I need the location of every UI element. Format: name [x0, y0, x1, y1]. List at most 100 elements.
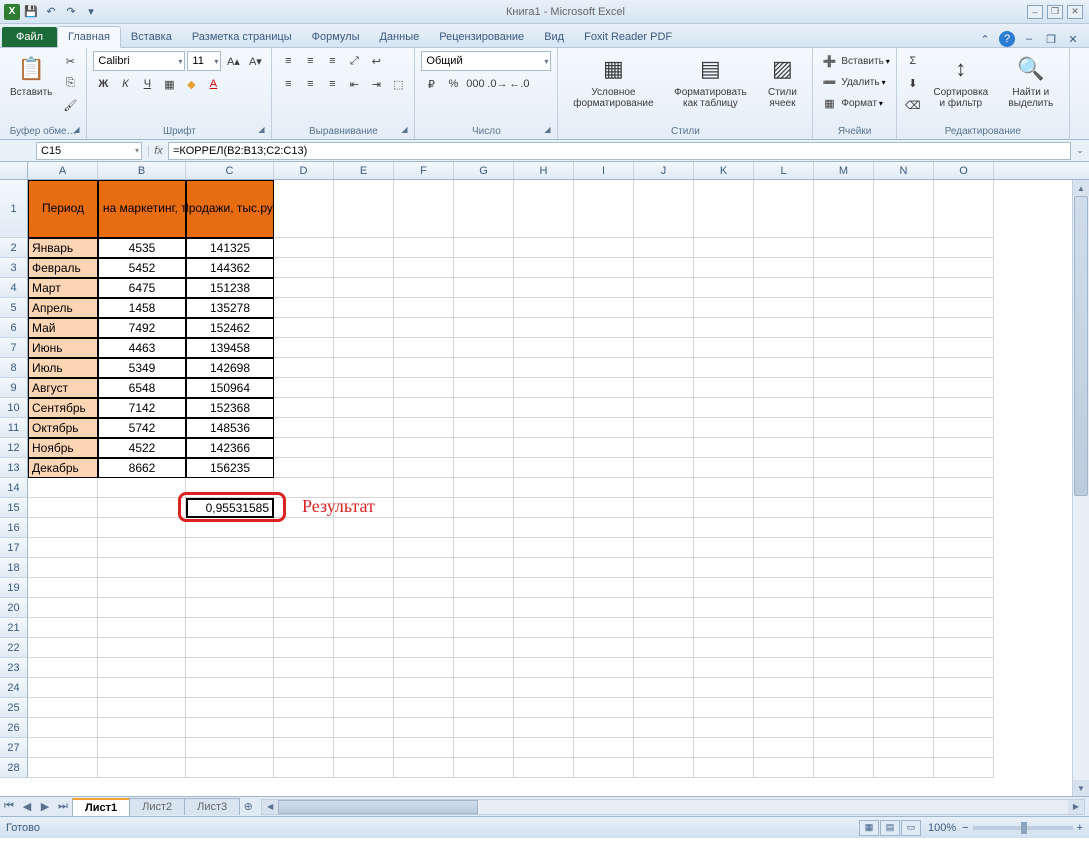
cell[interactable]: [98, 598, 186, 618]
formula-input[interactable]: =КОРРЕЛ(B2:B13;C2:C13): [168, 142, 1071, 160]
cell[interactable]: [814, 578, 874, 598]
cell[interactable]: [754, 338, 814, 358]
cell[interactable]: [634, 758, 694, 778]
cell[interactable]: [814, 618, 874, 638]
cell[interactable]: [874, 698, 934, 718]
cell[interactable]: [634, 258, 694, 278]
cell[interactable]: [454, 738, 514, 758]
minimize-ribbon-button[interactable]: ⌃: [977, 31, 993, 47]
cell[interactable]: [814, 698, 874, 718]
cell-month[interactable]: Октябрь: [28, 418, 98, 438]
cell[interactable]: [274, 438, 334, 458]
cell[interactable]: [934, 558, 994, 578]
cell[interactable]: [634, 278, 694, 298]
cell[interactable]: [754, 678, 814, 698]
cell[interactable]: [574, 458, 634, 478]
cell[interactable]: [634, 498, 694, 518]
cell[interactable]: [934, 278, 994, 298]
cell[interactable]: [874, 658, 934, 678]
cell[interactable]: [574, 658, 634, 678]
cell-cost[interactable]: 8662: [98, 458, 186, 478]
row-head-10[interactable]: 10: [0, 398, 28, 418]
row-head-7[interactable]: 7: [0, 338, 28, 358]
cell[interactable]: [394, 318, 454, 338]
qat-redo-button[interactable]: ↷: [62, 3, 80, 21]
cell[interactable]: [28, 658, 98, 678]
cell[interactable]: [934, 318, 994, 338]
cell[interactable]: [934, 180, 994, 238]
cell[interactable]: [514, 538, 574, 558]
cell[interactable]: [874, 278, 934, 298]
cell[interactable]: [814, 298, 874, 318]
row-head-3[interactable]: 3: [0, 258, 28, 278]
align-top-button[interactable]: ≡: [278, 51, 298, 71]
cell[interactable]: [574, 418, 634, 438]
cell-sales[interactable]: 152462: [186, 318, 274, 338]
cell-cost[interactable]: 5742: [98, 418, 186, 438]
row-head-28[interactable]: 28: [0, 758, 28, 778]
scroll-up-button[interactable]: ▲: [1073, 180, 1089, 196]
cell[interactable]: [394, 578, 454, 598]
cell-sales[interactable]: 156235: [186, 458, 274, 478]
cell[interactable]: [454, 598, 514, 618]
cell[interactable]: [454, 458, 514, 478]
cell[interactable]: [514, 438, 574, 458]
cell[interactable]: [274, 758, 334, 778]
cell[interactable]: [514, 278, 574, 298]
cell[interactable]: [334, 458, 394, 478]
cell-month[interactable]: Февраль: [28, 258, 98, 278]
cell[interactable]: [694, 618, 754, 638]
cell[interactable]: [454, 538, 514, 558]
cell[interactable]: [334, 258, 394, 278]
cell[interactable]: [514, 518, 574, 538]
cell[interactable]: [634, 618, 694, 638]
autosum-button[interactable]: Σ: [903, 51, 923, 71]
fill-color-button[interactable]: ◆: [181, 74, 201, 94]
cell[interactable]: [394, 498, 454, 518]
cell[interactable]: [634, 298, 694, 318]
cell-sales[interactable]: 152368: [186, 398, 274, 418]
cell[interactable]: [754, 398, 814, 418]
cell[interactable]: [274, 378, 334, 398]
cell[interactable]: [754, 618, 814, 638]
cell[interactable]: [394, 638, 454, 658]
cell[interactable]: [934, 658, 994, 678]
cell[interactable]: [454, 180, 514, 238]
cell[interactable]: [274, 418, 334, 438]
cell[interactable]: [574, 558, 634, 578]
cell[interactable]: [934, 478, 994, 498]
cell[interactable]: [454, 698, 514, 718]
cell[interactable]: [394, 698, 454, 718]
cell-month[interactable]: Июнь: [28, 338, 98, 358]
cell-sales[interactable]: 135278: [186, 298, 274, 318]
cell[interactable]: [274, 698, 334, 718]
align-middle-button[interactable]: ≡: [300, 51, 320, 71]
tab-insert[interactable]: Вставка: [121, 27, 182, 47]
cell-sales[interactable]: 151238: [186, 278, 274, 298]
cell[interactable]: [694, 518, 754, 538]
cell[interactable]: [186, 718, 274, 738]
cell[interactable]: [754, 458, 814, 478]
cell[interactable]: [186, 618, 274, 638]
cell-cost[interactable]: 1458: [98, 298, 186, 318]
cell[interactable]: [574, 378, 634, 398]
font-name-combo[interactable]: Calibri: [93, 51, 185, 71]
cell[interactable]: [514, 238, 574, 258]
cell[interactable]: [454, 318, 514, 338]
cell[interactable]: [934, 378, 994, 398]
qat-save-button[interactable]: 💾: [22, 3, 40, 21]
decrease-indent-button[interactable]: ⇤: [344, 74, 364, 94]
col-head-O[interactable]: O: [934, 162, 994, 179]
window-min2-button[interactable]: –: [1021, 31, 1037, 47]
cell[interactable]: [574, 538, 634, 558]
cell[interactable]: [874, 458, 934, 478]
cell[interactable]: [186, 538, 274, 558]
cell[interactable]: [186, 658, 274, 678]
cell[interactable]: [934, 458, 994, 478]
cell[interactable]: [814, 658, 874, 678]
row-head-4[interactable]: 4: [0, 278, 28, 298]
cell[interactable]: [334, 418, 394, 438]
qat-undo-button[interactable]: ↶: [42, 3, 60, 21]
cell[interactable]: [874, 538, 934, 558]
cell[interactable]: [934, 618, 994, 638]
